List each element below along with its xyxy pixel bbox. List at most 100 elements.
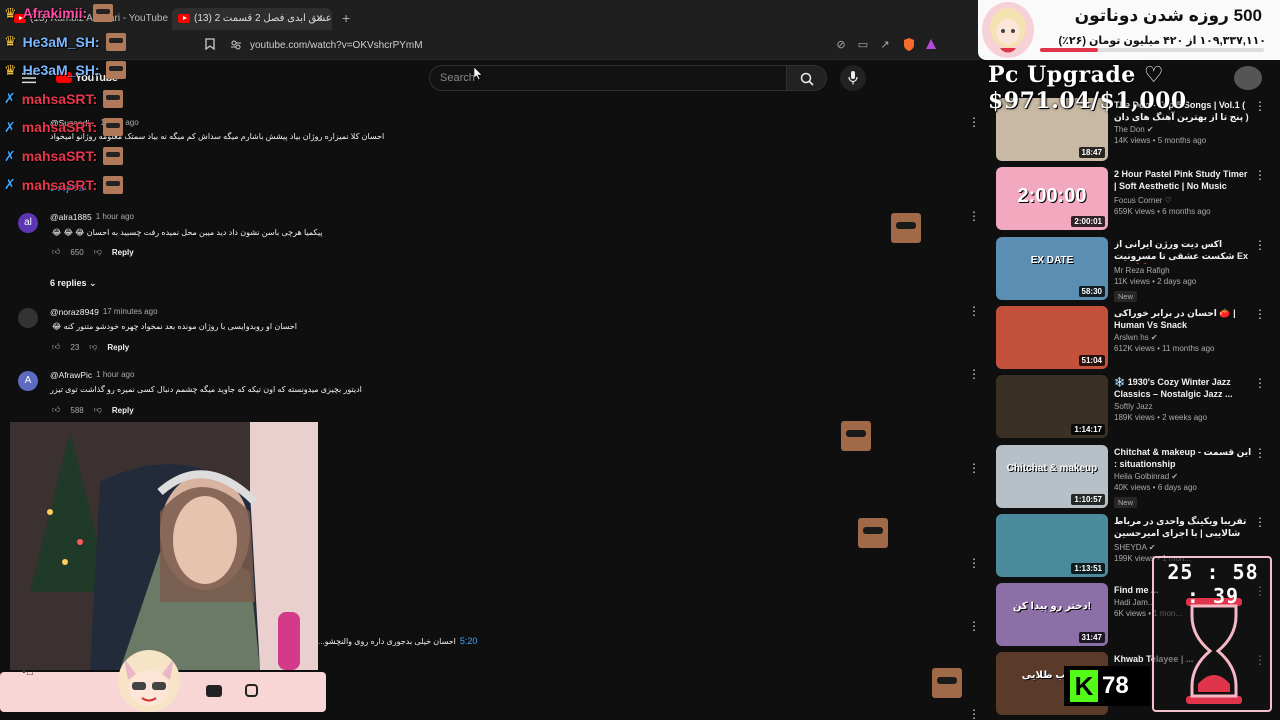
youtube-social-icon[interactable] [206, 685, 222, 697]
chat-username: Afrakimii: [22, 5, 88, 21]
comment-header: @AfrawPic 1 hour ago [50, 370, 134, 380]
url-field[interactable]: youtube.com/watch?v=OKVshcrPYmM [250, 40, 423, 51]
comment-author[interactable]: @alra1885 [50, 212, 92, 222]
dislike-icon[interactable]: 👎︎ [94, 247, 102, 257]
channel-name[interactable]: The Don [1114, 125, 1145, 134]
video-channel[interactable]: Helia Golbinrad ✔ [1114, 472, 1252, 481]
comment-menu-icon[interactable]: ⋮ [968, 305, 980, 317]
video-title[interactable]: اکس دیت ورژن ایرانی از شکست عشقی تا مسرو… [1114, 238, 1252, 264]
reply-button[interactable]: Reply [112, 248, 134, 257]
comment-time[interactable]: 1 hour ago [96, 212, 134, 222]
channel-name[interactable]: Hadi Jam... [1114, 598, 1154, 607]
comment-time[interactable]: 17 minutes ago [103, 307, 158, 317]
dislike-icon[interactable]: 👎︎ [94, 405, 102, 415]
tab-active-video[interactable]: (13) عشق ابدی فصل 2 قسمت 2 [172, 8, 332, 30]
chat-message: ✗ mahsaSRT: [4, 88, 124, 110]
video-channel[interactable]: The Don ✔ [1114, 125, 1252, 134]
video-menu-icon[interactable]: ⋮ [1254, 447, 1266, 459]
video-title[interactable]: تقریبا ویکینگ واحدی در مرباط شالایبی | ب… [1114, 515, 1252, 541]
channel-name[interactable]: Softly Jazz [1114, 402, 1153, 411]
video-title[interactable]: احسان در برابر خوراکی 🍅 | Human Vs Snack [1114, 307, 1252, 331]
brave-shield-icon[interactable] [902, 38, 916, 52]
video-menu-icon[interactable]: ⋮ [1254, 308, 1266, 320]
avatar[interactable] [1234, 66, 1262, 90]
video-menu-icon[interactable]: ⋮ [1254, 239, 1266, 251]
voice-search-button[interactable] [840, 65, 866, 91]
video-channel[interactable]: Softly Jazz [1114, 402, 1252, 411]
cast-icon[interactable]: ▭ [856, 38, 870, 52]
comment-menu-icon[interactable]: ⋮ [968, 116, 980, 128]
comment-menu-icon[interactable]: ⋮ [968, 462, 980, 474]
comment-actions: 👍︎ 588 👎︎ Reply [52, 405, 134, 415]
related-video-item[interactable]: Chitchat & makeup 1:10:57 Chitchat & makeu… [996, 445, 1268, 511]
like-count: 588 [70, 405, 84, 415]
chat-username: mahsaSRT: [21, 90, 98, 107]
comment-author[interactable]: @AfrawPic [50, 370, 92, 380]
comment-menu-icon[interactable]: ⋮ [968, 620, 980, 632]
comment-author[interactable]: @noraz8949 [50, 307, 99, 317]
video-menu-icon[interactable]: ⋮ [1254, 377, 1266, 389]
video-thumbnail[interactable]: 1:13:51 [996, 514, 1108, 577]
video-menu-icon[interactable]: ⋮ [1254, 169, 1266, 181]
related-video-item[interactable]: 2:00:00 2:00:01 2 Hour Pastel Pink Study T… [996, 167, 1268, 233]
floating-emote [858, 518, 888, 548]
channel-name[interactable]: Helia Golbinrad [1114, 472, 1169, 481]
replies-toggle[interactable]: 6 replies ⌄ [50, 278, 97, 289]
reply-button[interactable]: Reply [107, 343, 129, 352]
search-input[interactable]: Search [440, 72, 475, 84]
video-channel[interactable]: SHEYDA ✔ [1114, 543, 1252, 552]
video-thumbnail[interactable]: دختر رو پیدا کن! 31:47 [996, 583, 1108, 646]
donation-goal-widget: 500 روزه شدن دوناتون ۱۰۹,۳۳۷,۱۱۰ از ۴۲۰ … [978, 0, 1280, 60]
sword-badge-icon: ✗ [4, 118, 16, 135]
comment-menu-icon[interactable]: ⋮ [968, 557, 980, 569]
chat-username: He3aM_SH: [22, 62, 100, 79]
video-thumbnail[interactable]: Chitchat & makeup 1:10:57 [996, 445, 1108, 508]
comment-menu-icon[interactable]: ⋮ [968, 708, 980, 720]
share-icon[interactable]: ↗ [878, 38, 892, 52]
video-thumbnail[interactable]: 1:14:17 [996, 375, 1108, 438]
channel-name[interactable]: Mr Reza Rafigh [1114, 266, 1170, 275]
channel-name[interactable]: SHEYDA [1114, 543, 1146, 552]
video-duration: 1:13:51 [1071, 563, 1105, 574]
close-tab-icon[interactable]: × [316, 11, 323, 25]
bookmark-icon[interactable] [203, 38, 217, 52]
floating-emote [932, 668, 962, 698]
comment-time[interactable]: 1 hour ago [96, 370, 134, 380]
tab-label: (13) عشق ابدی فصل 2 قسمت 2 [194, 13, 332, 24]
channel-name[interactable]: Arslwn hs [1114, 333, 1149, 342]
video-thumbnail[interactable]: EX DATE 58:30 [996, 237, 1108, 300]
video-channel[interactable]: Arslwn hs ✔ [1114, 333, 1252, 342]
video-title[interactable]: Chitchat & makeup - این قسمت : situation… [1114, 446, 1252, 470]
verified-icon: ✔ [1146, 125, 1154, 134]
channel-name[interactable]: Focus Corner ♡ [1114, 196, 1172, 205]
site-settings-icon[interactable] [229, 39, 243, 53]
reply-button[interactable]: Reply [112, 406, 134, 415]
video-title[interactable]: 2 Hour Pastel Pink Study Timer | Soft Ae… [1114, 168, 1252, 194]
related-video-item[interactable]: 51:04 احسان در برابر خوراکی 🍅 | Human Vs … [996, 306, 1268, 372]
chat-emote [103, 175, 124, 194]
video-thumbnail[interactable]: 2:00:00 2:00:01 [996, 167, 1108, 230]
comment-menu-icon[interactable]: ⋮ [968, 368, 980, 380]
avatar[interactable]: A [18, 371, 38, 391]
brave-rewards-icon[interactable] [924, 38, 938, 52]
related-video-item[interactable]: 1:14:17 ❄️ 1930's Cozy Winter Jazz Classi… [996, 375, 1268, 441]
avatar[interactable] [18, 308, 38, 328]
like-icon[interactable]: 👍︎ [52, 405, 60, 415]
video-thumbnail[interactable]: 51:04 [996, 306, 1108, 369]
camera-off-icon[interactable]: ⊘ [834, 38, 848, 52]
video-menu-icon[interactable]: ⋮ [1254, 516, 1266, 528]
dislike-icon[interactable]: 👎︎ [89, 342, 97, 352]
kick-count: 78 [1102, 672, 1129, 699]
search-button[interactable] [787, 65, 827, 91]
video-channel[interactable]: Focus Corner ♡ [1114, 196, 1252, 205]
video-channel[interactable]: Mr Reza Rafigh [1114, 266, 1252, 275]
video-title[interactable]: ❄️ 1930's Cozy Winter Jazz Classics – No… [1114, 376, 1252, 400]
comment-menu-icon[interactable]: ⋮ [968, 210, 980, 222]
instagram-social-icon[interactable] [245, 684, 258, 697]
like-icon[interactable]: 👍︎ [52, 247, 60, 257]
avatar[interactable]: al [18, 213, 38, 233]
like-icon[interactable]: 👍︎ [52, 342, 60, 352]
new-tab-button[interactable]: + [342, 10, 350, 26]
related-video-item[interactable]: EX DATE 58:30 اکس دیت ورژن ایرانی از شکست … [996, 237, 1268, 303]
timestamp-link[interactable]: 5:20 [460, 636, 478, 646]
